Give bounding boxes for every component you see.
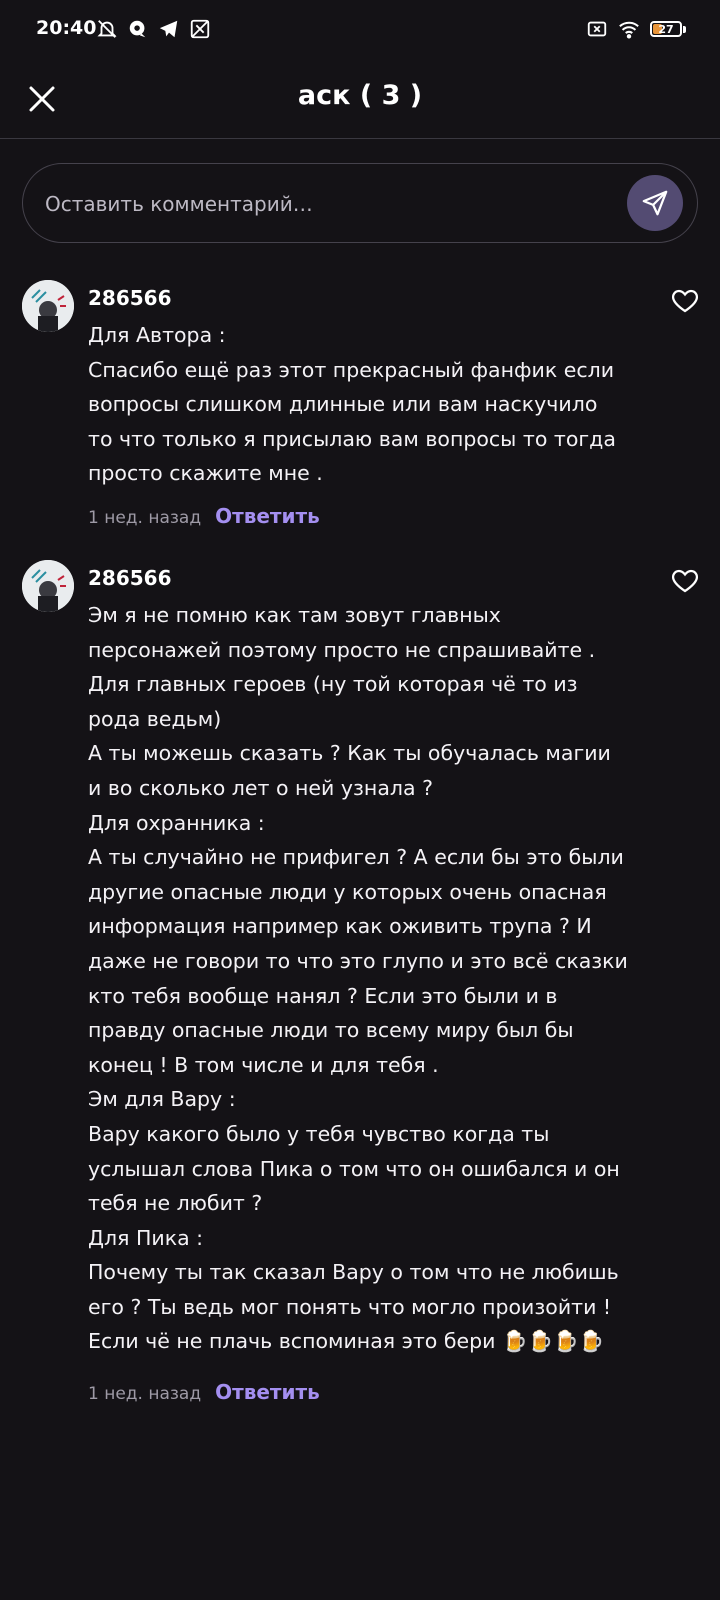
wifi-icon — [619, 21, 639, 39]
avatar[interactable] — [22, 560, 74, 612]
chat-bubble-icon — [129, 20, 146, 38]
send-icon — [642, 190, 668, 216]
page-title: аск ( 3 ) — [297, 80, 423, 111]
comment-time: 1 нед. назад — [88, 1384, 202, 1404]
battery-icon: 27 — [650, 21, 686, 37]
username[interactable]: 286566 — [88, 286, 172, 310]
status-bar: 20:40 27 — [0, 0, 720, 60]
comment-input-bar — [22, 163, 698, 244]
notification-icons — [96, 18, 211, 40]
muted-bell-icon — [97, 20, 117, 38]
avatar[interactable] — [22, 280, 74, 332]
system-icons: 27 — [586, 18, 686, 40]
app-icon — [190, 19, 210, 39]
header: аск ( 3 ) — [0, 60, 720, 139]
comment-text: Эм я не помню как там зовут главных перс… — [88, 603, 628, 1354]
battery-level: 27 — [658, 22, 674, 36]
username[interactable]: 286566 — [88, 566, 172, 590]
telegram-icon — [159, 20, 178, 38]
status-time: 20:40 — [36, 17, 97, 39]
heart-icon[interactable] — [669, 566, 701, 596]
sim-off-icon — [587, 21, 607, 37]
send-button[interactable] — [627, 175, 683, 231]
heart-icon[interactable] — [669, 286, 701, 316]
comment-meta: 1 нед. назад Ответить — [88, 504, 320, 528]
comment-meta: 1 нед. назад Ответить — [88, 1380, 320, 1404]
reply-button[interactable]: Ответить — [215, 1380, 320, 1404]
reply-button[interactable]: Ответить — [215, 504, 320, 528]
comment-input[interactable] — [43, 164, 627, 244]
comment-time: 1 нед. назад — [88, 508, 202, 528]
comment-text: Для Автора : Спасибо ещё раз этот прекра… — [88, 323, 616, 486]
